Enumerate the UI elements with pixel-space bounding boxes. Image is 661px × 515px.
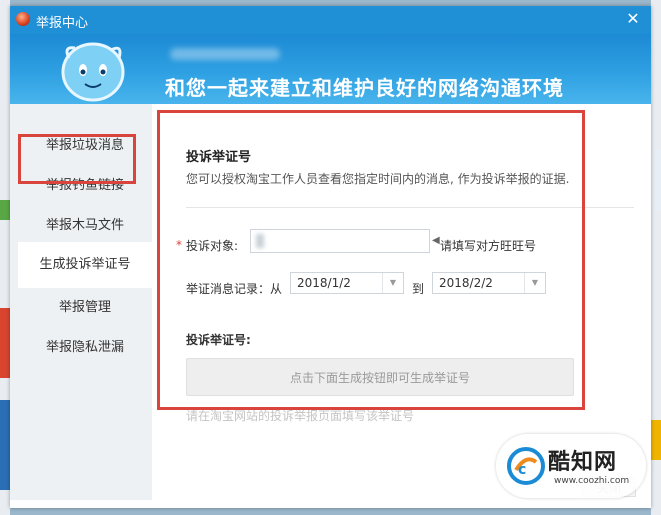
- app-icon: [16, 12, 30, 26]
- certificate-label: 投诉举证号:: [186, 333, 251, 347]
- sidebar: 举报垃圾消息 举报钓鱼链接 举报木马文件 生成投诉举证号 举报管理 举报隐私泄漏: [10, 104, 152, 500]
- title-bar: 举报中心 ✕: [10, 6, 651, 34]
- section-title: 投诉举证号: [186, 150, 252, 165]
- watermark: c 酷知网 www.coozhi.com: [496, 434, 646, 498]
- sidebar-item-privacy-leak[interactable]: 举报隐私泄漏: [18, 328, 152, 368]
- date-to-value: 2018/2/2: [439, 276, 493, 290]
- mascot-icon: [61, 42, 125, 102]
- sidebar-item-report-management[interactable]: 举报管理: [18, 288, 152, 328]
- date-to-select[interactable]: 2018/2/2 ▼: [432, 272, 546, 294]
- faded-note: 请在淘宝网站的投诉举报页面填写该举证号: [186, 409, 415, 423]
- range-label: 举证消息记录：从: [186, 282, 283, 296]
- chevron-down-icon[interactable]: ▼: [524, 273, 545, 293]
- banner: 和您一起来建立和维护良好的网络沟通环境: [10, 34, 651, 104]
- generate-button[interactable]: 点击下面生成按钮即可生成举证号: [186, 358, 574, 396]
- svg-text:c: c: [518, 462, 526, 478]
- close-icon[interactable]: ✕: [623, 9, 643, 29]
- watermark-name: 酷知网: [548, 450, 618, 475]
- sidebar-item-trojan[interactable]: 举报木马文件: [18, 206, 152, 246]
- target-hint: 请填写对方旺旺号: [440, 239, 537, 253]
- coozhi-logo-icon: c: [507, 447, 545, 485]
- date-from-select[interactable]: 2018/1/2 ▼: [290, 272, 404, 294]
- chevron-down-icon[interactable]: ▼: [382, 273, 403, 293]
- date-from-value: 2018/1/2: [297, 276, 351, 290]
- target-input[interactable]: [250, 229, 430, 253]
- target-label: 投诉对象:: [186, 239, 239, 253]
- background-left-strip: [0, 0, 10, 515]
- divider: [186, 207, 634, 208]
- section-description: 您可以授权淘宝工作人员查看您指定时间内的消息, 作为投诉举报的证据.: [186, 172, 570, 186]
- window-title: 举报中心: [36, 16, 89, 31]
- sidebar-item-phishing[interactable]: 举报钓鱼链接: [18, 166, 152, 206]
- sidebar-item-spam[interactable]: 举报垃圾消息: [18, 126, 152, 166]
- report-center-window: 举报中心 ✕ 和您一起来建立和维护良好的网络沟通环境 举报垃圾消息 举报钓鱼链接…: [10, 6, 651, 508]
- sidebar-item-generate-evidence[interactable]: 生成投诉举证号: [18, 242, 152, 288]
- banner-slogan: 和您一起来建立和维护良好的网络沟通环境: [165, 76, 564, 100]
- watermark-url: www.coozhi.com: [554, 476, 630, 486]
- blurred-text: [170, 48, 280, 60]
- background-right-strip: [651, 0, 661, 515]
- blurred-input-text: [256, 234, 264, 248]
- hint-arrow-icon: ◀: [432, 235, 440, 246]
- to-label: 到: [412, 282, 425, 296]
- required-mark: *: [176, 238, 182, 252]
